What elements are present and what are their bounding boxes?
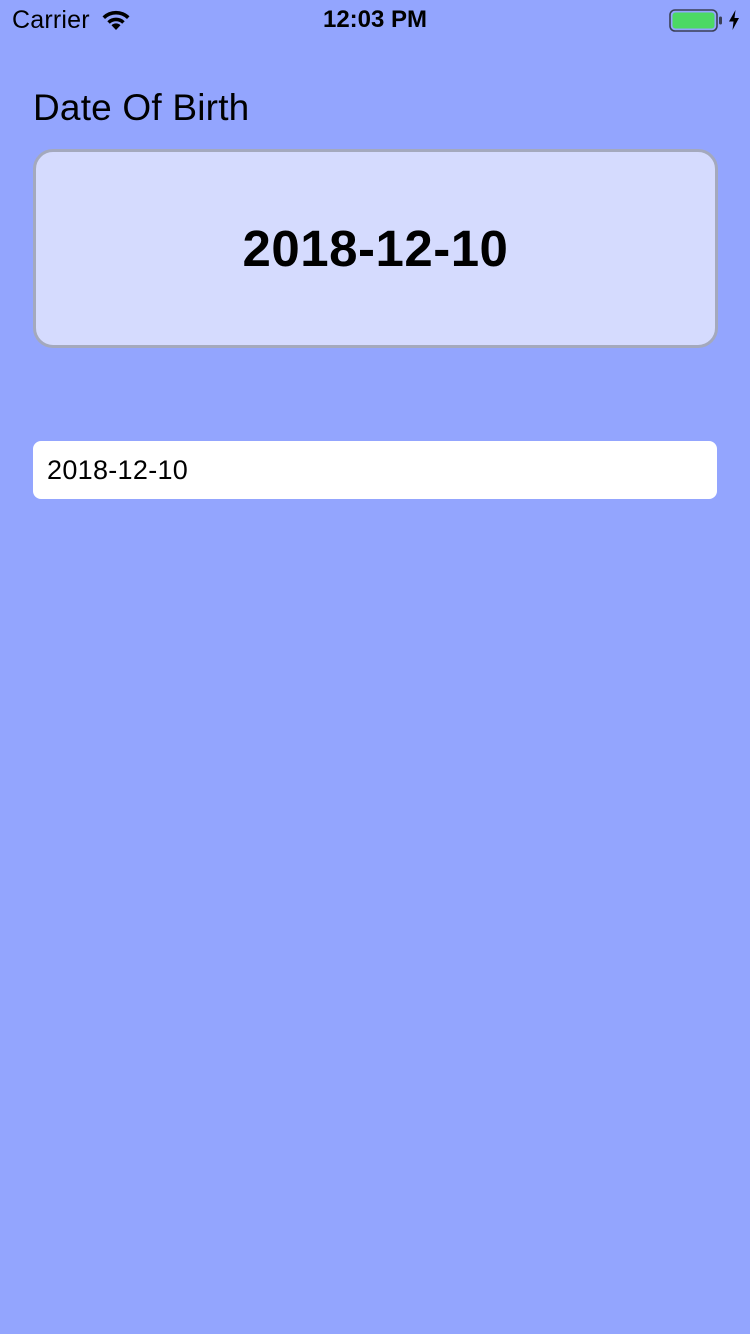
selected-date-text: 2018-12-10 [242,220,509,277]
status-bar: Carrier 12:03 PM [0,0,750,40]
charging-icon [729,10,739,30]
date-picker-button[interactable]: 2018-12-10 [33,149,718,348]
date-of-birth-label: Date Of Birth [33,87,250,128]
battery-icon [669,9,722,32]
date-input-value: 2018-12-10 [47,454,189,485]
status-time: 12:03 PM [322,6,428,33]
date-input-field[interactable]: 2018-12-10 [33,441,717,499]
